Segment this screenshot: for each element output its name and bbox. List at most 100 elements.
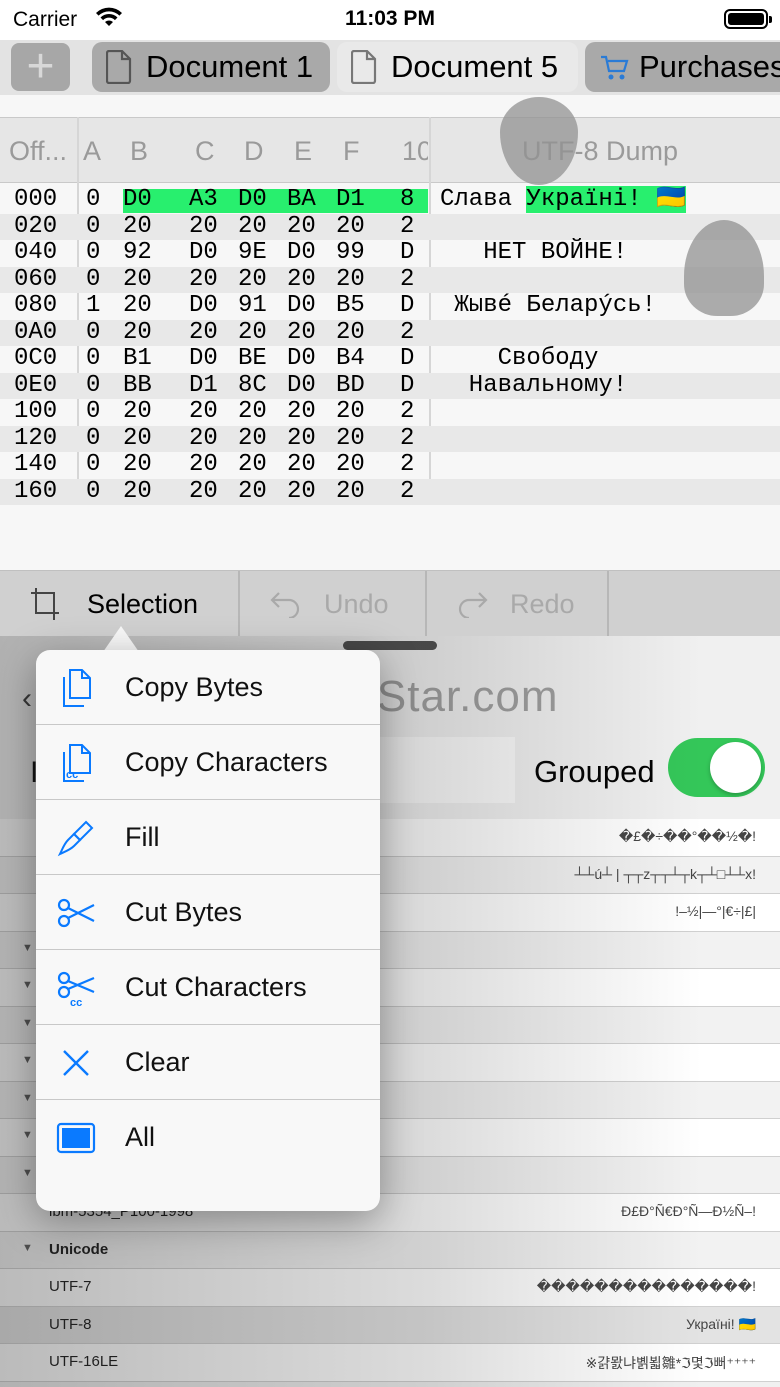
encoding-search-field[interactable] xyxy=(378,737,515,803)
hex-byte[interactable]: 2 xyxy=(400,452,414,479)
undo-button[interactable]: Undo xyxy=(270,571,389,637)
hex-bytes[interactable]: 0 20 20 20 20 20 2 xyxy=(80,320,428,347)
hex-row[interactable]: 020 0 20 20 20 20 20 2 xyxy=(0,213,780,241)
hex-byte[interactable]: D0 xyxy=(189,240,218,267)
menu-copy-characters[interactable]: cc Copy Characters xyxy=(36,725,380,800)
hex-byte[interactable]: 0 xyxy=(86,320,100,347)
disclosure-triangle-icon[interactable]: ▼ xyxy=(22,1092,33,1104)
hex-byte[interactable]: 20 xyxy=(189,267,218,294)
hex-bytes[interactable]: 0 20 20 20 20 20 2 xyxy=(80,267,428,294)
hex-byte[interactable]: 20 xyxy=(238,479,267,506)
hex-byte[interactable]: 0 xyxy=(86,426,100,453)
hex-byte[interactable]: 20 xyxy=(123,399,152,426)
hex-byte[interactable]: 20 xyxy=(287,452,316,479)
hex-byte[interactable]: 20 xyxy=(336,399,365,426)
grouped-toggle[interactable] xyxy=(668,738,765,797)
hex-byte[interactable]: 20 xyxy=(189,320,218,347)
utf8-dump-text[interactable]: НЕТ ВОЙНЕ! xyxy=(440,239,627,267)
hex-byte[interactable]: 20 xyxy=(123,320,152,347)
hex-byte[interactable]: 9E xyxy=(238,240,267,267)
disclosure-triangle-icon[interactable]: ▼ xyxy=(22,942,33,954)
hex-byte[interactable]: 20 xyxy=(123,452,152,479)
menu-clear[interactable]: Clear xyxy=(36,1025,380,1100)
menu-fill[interactable]: Fill xyxy=(36,800,380,875)
hex-byte[interactable]: 20 xyxy=(189,214,218,241)
hex-row[interactable]: 0E0 0 BB D1 8C D0 BD D Навальному! xyxy=(0,372,780,400)
menu-copy-bytes[interactable]: Copy Bytes xyxy=(36,650,380,725)
hex-row[interactable]: 0C0 0 B1 D0 BE D0 B4 D Свободу xyxy=(0,345,780,373)
hex-byte[interactable]: BE xyxy=(238,346,267,373)
hex-byte[interactable]: 20 xyxy=(123,479,152,506)
hex-byte[interactable]: 20 xyxy=(287,320,316,347)
hex-bytes[interactable]: 1 20 D0 91 D0 B5 D xyxy=(80,293,428,320)
utf8-dump-text[interactable]: Слава Україні! 🇺🇦 xyxy=(440,186,686,214)
encoding-row[interactable]: ▼ Unicode xyxy=(0,1231,780,1269)
hex-bytes[interactable]: 0 20 20 20 20 20 2 xyxy=(80,399,428,426)
hex-row[interactable]: 120 0 20 20 20 20 20 2 xyxy=(0,425,780,453)
hex-byte[interactable]: 20 xyxy=(238,267,267,294)
hex-byte[interactable]: D0 xyxy=(287,293,316,320)
hex-byte[interactable]: D0 xyxy=(189,293,218,320)
hex-byte[interactable]: BA xyxy=(287,187,316,214)
hex-byte[interactable]: 2 xyxy=(400,267,414,294)
hex-row[interactable]: 140 0 20 20 20 20 20 2 xyxy=(0,451,780,479)
utf8-dump-text[interactable]: Навальному! xyxy=(440,372,627,400)
hex-byte[interactable]: 0 xyxy=(86,479,100,506)
hex-byte[interactable]: 20 xyxy=(238,320,267,347)
menu-cut-bytes[interactable]: Cut Bytes xyxy=(36,875,380,950)
hex-bytes[interactable]: 0 92 D0 9E D0 99 D xyxy=(80,240,428,267)
disclosure-triangle-icon[interactable]: ▼ xyxy=(22,1167,33,1179)
hex-byte[interactable]: 20 xyxy=(123,214,152,241)
hex-byte[interactable]: 0 xyxy=(86,187,100,214)
hex-byte[interactable]: 2 xyxy=(400,426,414,453)
hex-byte[interactable]: 1 xyxy=(86,293,100,320)
hex-byte[interactable]: 0 xyxy=(86,240,100,267)
hex-byte[interactable]: D0 xyxy=(287,346,316,373)
hex-bytes[interactable]: 0 20 20 20 20 20 2 xyxy=(80,426,428,453)
encoding-row[interactable]: UTF-7 ���������������! xyxy=(0,1269,780,1307)
hex-byte[interactable]: BD xyxy=(336,373,365,400)
hex-byte[interactable]: 20 xyxy=(238,214,267,241)
hex-byte[interactable]: 20 xyxy=(123,293,152,320)
hex-byte[interactable]: 0 xyxy=(86,267,100,294)
hex-byte[interactable]: D0 xyxy=(123,187,152,214)
utf8-dump-text[interactable]: Свободу xyxy=(440,345,599,373)
hex-byte[interactable]: 0 xyxy=(86,399,100,426)
hex-byte[interactable]: 0 xyxy=(86,346,100,373)
hex-byte[interactable]: 20 xyxy=(238,452,267,479)
hex-byte[interactable]: 8C xyxy=(238,373,267,400)
hex-row[interactable]: 040 0 92 D0 9E D0 99 D НЕТ ВОЙНЕ! xyxy=(0,239,780,267)
tab-document-5[interactable]: Document 5 xyxy=(337,42,578,92)
hex-byte[interactable]: 0 xyxy=(86,452,100,479)
hex-row[interactable]: 000 0 D0 A3 D0 BA D1 8 Слава Україні! 🇺🇦 xyxy=(0,186,780,214)
hex-byte[interactable]: 2 xyxy=(400,214,414,241)
hex-byte[interactable]: 20 xyxy=(336,479,365,506)
hex-byte[interactable]: 0 xyxy=(86,214,100,241)
hex-byte[interactable]: 20 xyxy=(238,426,267,453)
hex-byte[interactable]: 99 xyxy=(336,240,365,267)
hex-byte[interactable]: 20 xyxy=(189,399,218,426)
hex-byte[interactable]: D1 xyxy=(189,373,218,400)
hex-bytes[interactable]: 0 20 20 20 20 20 2 xyxy=(80,452,428,479)
hex-byte[interactable]: 20 xyxy=(336,214,365,241)
disclosure-triangle-icon[interactable]: ▼ xyxy=(22,1054,33,1066)
panel-grabber[interactable] xyxy=(343,641,437,650)
tab-document-1[interactable]: Document 1 xyxy=(92,42,330,92)
hex-byte[interactable]: 8 xyxy=(400,187,414,214)
hex-byte[interactable]: 2 xyxy=(400,479,414,506)
hex-rows[interactable]: 000 0 D0 A3 D0 BA D1 8 Слава Україні! 🇺🇦 020 0 20 20… xyxy=(0,186,780,506)
hex-byte[interactable]: 20 xyxy=(123,426,152,453)
hex-row[interactable]: 160 0 20 20 20 20 20 2 xyxy=(0,478,780,506)
encoding-row[interactable]: UTF-16LE ※걁뫐냐볡뵓雛*ℑ몇ℑ뻐⁺⁺⁺⁺ xyxy=(0,1344,780,1382)
hex-byte[interactable]: D0 xyxy=(287,240,316,267)
hex-byte[interactable]: 20 xyxy=(287,267,316,294)
hex-byte[interactable]: 20 xyxy=(287,399,316,426)
menu-cut-characters[interactable]: cc Cut Characters xyxy=(36,950,380,1025)
hex-byte[interactable]: D0 xyxy=(238,187,267,214)
hex-byte[interactable]: A3 xyxy=(189,187,218,214)
hex-byte[interactable]: 20 xyxy=(336,452,365,479)
hex-byte[interactable]: 2 xyxy=(400,399,414,426)
hex-byte[interactable]: 91 xyxy=(238,293,267,320)
redo-button[interactable]: Redo xyxy=(456,571,575,637)
hex-byte[interactable]: 20 xyxy=(336,426,365,453)
